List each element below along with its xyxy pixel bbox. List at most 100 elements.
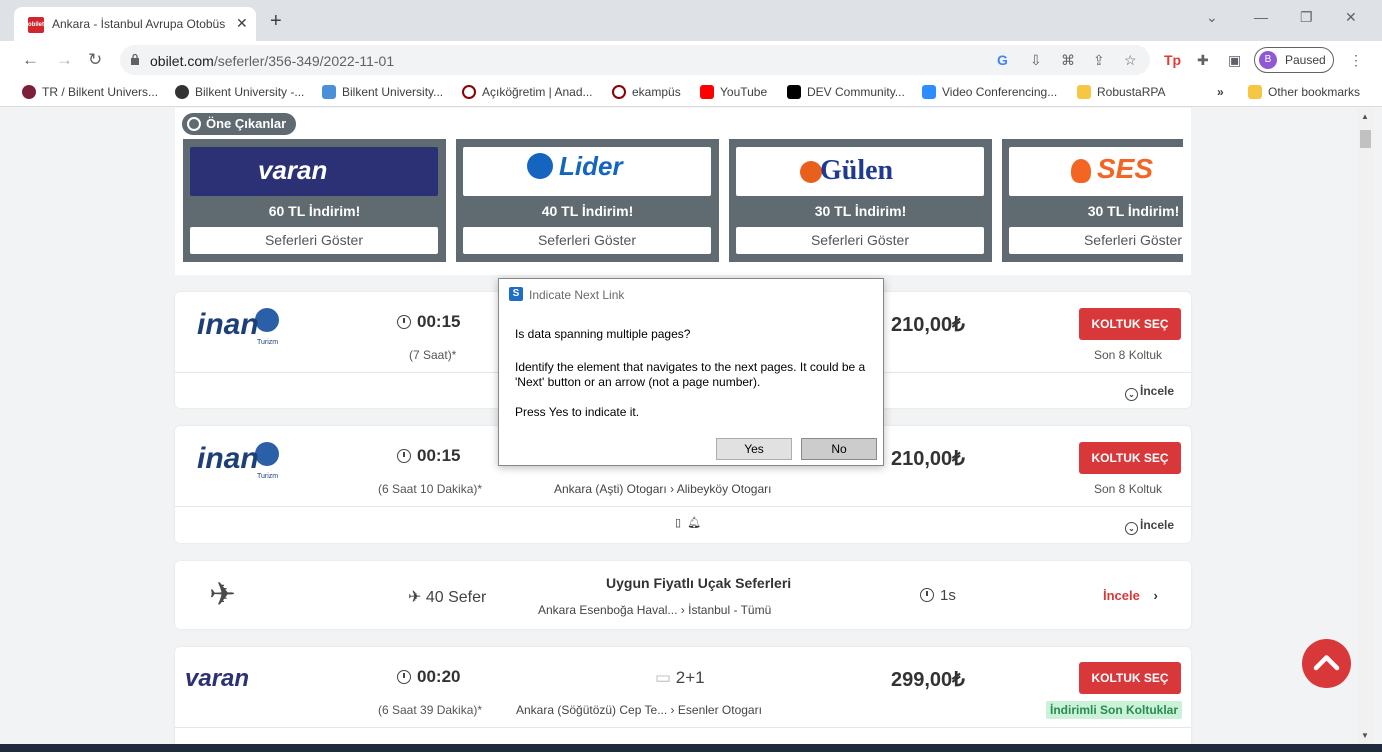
flight-duration: 1s bbox=[920, 587, 956, 604]
select-seat-button[interactable]: KOLTUK SEÇ bbox=[1079, 662, 1181, 694]
tab-search-icon[interactable]: ⌄ bbox=[1206, 9, 1218, 26]
bilkent-seal-icon bbox=[22, 85, 36, 99]
seat-icon: ▭ bbox=[655, 668, 672, 687]
reload-icon[interactable]: ↻ bbox=[88, 50, 102, 70]
ses-mark-icon bbox=[1071, 159, 1091, 183]
no-button[interactable]: No bbox=[801, 438, 877, 460]
featured-heading-label: Öne Çıkanlar bbox=[206, 116, 287, 131]
back-icon[interactable]: ← bbox=[22, 50, 39, 70]
bookmark-item[interactable]: TR / Bilkent Univers... bbox=[22, 85, 158, 99]
menu-kebab-icon[interactable]: ⋮ bbox=[1349, 52, 1363, 69]
details-label: İncele bbox=[1140, 384, 1175, 398]
install-icon[interactable]: ⇩ bbox=[1030, 52, 1042, 69]
show-trips-button[interactable]: Seferleri Göster bbox=[190, 227, 438, 254]
bookmark-item[interactable]: RobustaRPA bbox=[1077, 85, 1165, 99]
scrollbar-thumb[interactable] bbox=[1360, 130, 1371, 148]
flight-title: Uygun Fiyatlı Uçak Seferleri bbox=[606, 575, 792, 591]
bookmark-item[interactable]: ekampüs bbox=[612, 85, 681, 99]
extension-tp-icon[interactable]: Tp bbox=[1164, 52, 1181, 68]
chevron-down-icon: ⌄ bbox=[1125, 388, 1138, 401]
bookmark-item[interactable]: Bilkent University -... bbox=[175, 85, 304, 99]
extensions-puzzle-icon[interactable]: ✚ bbox=[1197, 52, 1209, 69]
bookmark-label: Video Conferencing... bbox=[942, 85, 1058, 99]
other-bookmarks[interactable]: Other bookmarks bbox=[1248, 85, 1360, 99]
bookmarks-overflow-button[interactable]: » bbox=[1217, 85, 1224, 99]
obilet-favicon-icon: obilet bbox=[28, 17, 44, 33]
chevron-down-icon: ⌄ bbox=[1125, 522, 1138, 535]
clock-icon bbox=[920, 588, 934, 602]
folder-icon bbox=[1077, 85, 1091, 99]
flight-promo-card[interactable]: ✈ ✈ 40 Sefer Uygun Fiyatlı Uçak Seferler… bbox=[175, 561, 1191, 629]
trip-duration: (7 Saat)* bbox=[409, 348, 457, 362]
bookmark-label: Bilkent University -... bbox=[195, 85, 305, 99]
bookmark-item[interactable]: Bilkent University... bbox=[322, 85, 443, 99]
bookmark-item[interactable]: Açıköğretim | Anad... bbox=[462, 85, 593, 99]
side-panel-icon[interactable]: ▣ bbox=[1228, 52, 1241, 69]
scroll-up-icon[interactable]: ▲ bbox=[1361, 112, 1369, 121]
close-window-icon[interactable]: ✕ bbox=[1345, 9, 1357, 26]
trip-price: 210,00₺ bbox=[891, 314, 965, 336]
lider-globe-icon bbox=[527, 153, 553, 179]
new-tab-icon[interactable]: + bbox=[270, 10, 282, 33]
inan-logo-text: inan bbox=[197, 442, 259, 475]
scroll-down-icon[interactable]: ▼ bbox=[1361, 731, 1369, 740]
route-arrow-icon: › bbox=[680, 603, 685, 617]
divider bbox=[175, 727, 1191, 728]
translate-icon[interactable]: ⌘ bbox=[1061, 52, 1075, 69]
flight-count-value: 40 Sefer bbox=[425, 589, 487, 606]
dev-community-icon bbox=[787, 85, 801, 99]
page-scrollbar[interactable]: ▲ ▼ bbox=[1357, 108, 1374, 744]
departure-time: 00:15 bbox=[397, 312, 460, 332]
inan-logo: inan Turizm bbox=[191, 302, 291, 349]
seats-left: Son 8 Koltuk bbox=[1094, 348, 1163, 362]
indicate-next-link-dialog: S Indicate Next Link Is data spanning mu… bbox=[498, 278, 884, 466]
tab-strip: obilet Ankara - İstanbul Avrupa Otobüs ✕… bbox=[0, 0, 1382, 41]
bookmark-star-icon[interactable]: ☆ bbox=[1124, 52, 1137, 69]
bookmark-label: TR / Bilkent Univers... bbox=[42, 85, 159, 99]
dialog-titlebar[interactable]: S Indicate Next Link bbox=[499, 279, 883, 309]
varan-logo-text: varan bbox=[185, 665, 250, 692]
bookmark-item[interactable]: DEV Community... bbox=[787, 85, 905, 99]
browser-toolbar: ← → ↻ obilet.com/seferler/356-349/2022-1… bbox=[0, 41, 1382, 79]
route-from: Ankara (Söğütözü) Cep Te... bbox=[516, 703, 668, 717]
trip-duration: (6 Saat 39 Dakika)* bbox=[378, 703, 483, 717]
close-tab-icon[interactable]: ✕ bbox=[236, 15, 248, 32]
yes-button[interactable]: Yes bbox=[716, 438, 792, 460]
bell-icon: 🔔︎ bbox=[687, 517, 702, 529]
share-icon[interactable]: ⇪ bbox=[1093, 52, 1105, 69]
show-trips-button[interactable]: Seferleri Göster bbox=[1009, 227, 1183, 254]
dialog-body: Identify the element that navigates to t… bbox=[515, 360, 866, 389]
clock-icon bbox=[397, 670, 411, 684]
flight-route: Ankara Esenboğa Haval... › İstanbul - Tü… bbox=[538, 603, 771, 617]
bookmark-label: ekampüs bbox=[632, 85, 681, 99]
details-toggle[interactable]: ⌄ İncele bbox=[1125, 518, 1174, 535]
scroll-to-top-button[interactable] bbox=[1302, 639, 1351, 688]
url-domain: obilet.com bbox=[150, 53, 214, 69]
select-seat-button[interactable]: KOLTUK SEÇ bbox=[1079, 308, 1181, 340]
restore-icon[interactable]: ❐ bbox=[1300, 9, 1313, 26]
bookmark-item[interactable]: Video Conferencing... bbox=[922, 85, 1057, 99]
dialog-question: Is data spanning multiple pages? bbox=[515, 327, 691, 341]
dialog-title: Indicate Next Link bbox=[529, 288, 625, 302]
minimize-icon[interactable]: — bbox=[1254, 9, 1268, 25]
flight-details-link[interactable]: İncele › bbox=[1103, 588, 1158, 603]
bookmark-item[interactable]: YouTube bbox=[700, 85, 767, 99]
address-bar[interactable]: obilet.com/seferler/356-349/2022-11-01 bbox=[120, 45, 1150, 75]
featured-card: SES 30 TL İndirim! Seferleri Göster bbox=[1002, 139, 1183, 262]
browser-tab[interactable]: obilet Ankara - İstanbul Avrupa Otobüs ✕ bbox=[14, 7, 256, 41]
details-toggle[interactable]: ⌄ İncele bbox=[1125, 384, 1174, 401]
seat-layout-value: 2+1 bbox=[675, 668, 705, 687]
forward-icon[interactable]: → bbox=[56, 50, 73, 70]
anadolu-logo-icon bbox=[462, 85, 476, 99]
google-icon[interactable]: G bbox=[997, 52, 1008, 68]
inan-logo: inan Turizm bbox=[191, 436, 291, 483]
robusta-app-icon: S bbox=[509, 287, 523, 301]
airplane-icon: ✈ bbox=[209, 576, 236, 612]
select-seat-button[interactable]: KOLTUK SEÇ bbox=[1079, 442, 1181, 474]
profile-button[interactable]: B Paused bbox=[1254, 47, 1334, 73]
show-trips-button[interactable]: Seferleri Göster bbox=[463, 227, 711, 254]
route-arrow-icon: › bbox=[670, 482, 675, 496]
inan-logo-text: inan bbox=[197, 308, 259, 341]
show-trips-button[interactable]: Seferleri Göster bbox=[736, 227, 984, 254]
varan-logo: varan bbox=[185, 665, 249, 693]
